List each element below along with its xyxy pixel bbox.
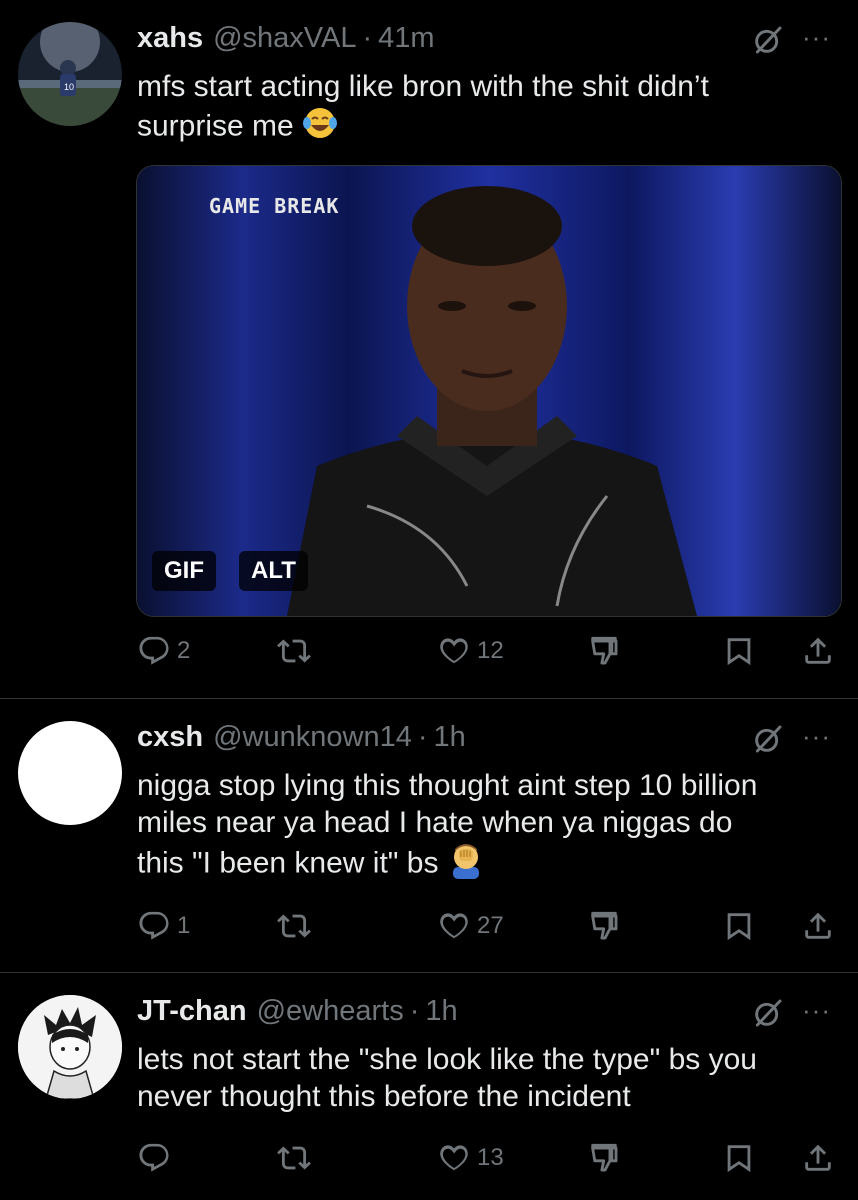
username[interactable]: @ewhearts	[257, 995, 404, 1028]
reply-button[interactable]: 2	[137, 634, 190, 668]
display-name[interactable]: cxsh	[137, 721, 203, 754]
like-count: 12	[477, 637, 504, 664]
share-icon	[801, 1141, 835, 1175]
grok-icon[interactable]	[752, 723, 784, 755]
reply-icon	[137, 1141, 171, 1175]
bookmark-button[interactable]	[722, 1141, 756, 1175]
dislike-button[interactable]	[587, 634, 621, 668]
man-facepalming-emoji	[447, 841, 485, 888]
timestamp[interactable]: 41m	[378, 22, 434, 55]
username[interactable]: @shaxVAL	[213, 22, 356, 55]
username[interactable]: @wunknown14	[213, 721, 412, 754]
heart-icon	[437, 1141, 471, 1175]
bookmark-button[interactable]	[722, 634, 756, 668]
bookmark-icon	[722, 634, 756, 668]
reply-icon	[137, 634, 171, 668]
face-with-tears-of-joy-emoji	[302, 105, 338, 150]
more-options-button[interactable]: ···	[802, 721, 831, 752]
dislike-icon	[587, 1141, 621, 1175]
retweet-icon	[277, 634, 311, 668]
dislike-button[interactable]	[587, 1141, 621, 1175]
retweet-icon	[277, 1141, 311, 1175]
dislike-icon	[587, 634, 621, 668]
tweet-3[interactable]: JT-chan @ewhearts · 1h ··· lets not star…	[0, 973, 858, 1200]
svg-text:10: 10	[64, 82, 74, 92]
like-button[interactable]: 27	[437, 909, 504, 943]
bookmark-icon	[722, 909, 756, 943]
gif-badge[interactable]: GIF	[152, 551, 216, 591]
like-button[interactable]: 12	[437, 634, 504, 668]
tweet-text: nigga stop lying this thought aint step …	[137, 767, 777, 888]
grok-icon[interactable]	[752, 24, 784, 56]
avatar[interactable]	[18, 721, 122, 825]
avatar[interactable]	[18, 995, 122, 1099]
like-count: 27	[477, 912, 504, 939]
reply-count: 2	[177, 637, 191, 664]
avatar[interactable]: 10	[18, 22, 122, 126]
tweet-1[interactable]: 10 xahs @shaxVAL · 41m ··· mfs start act…	[0, 0, 858, 698]
reply-icon	[137, 909, 171, 943]
like-button[interactable]: 13	[437, 1141, 504, 1175]
like-count: 13	[477, 1144, 504, 1171]
reply-count: 1	[177, 912, 191, 939]
share-button[interactable]	[801, 1141, 835, 1175]
retweet-button[interactable]	[277, 909, 317, 943]
display-name[interactable]: xahs	[137, 22, 203, 55]
retweet-icon	[277, 909, 311, 943]
grok-icon[interactable]	[752, 997, 784, 1029]
share-button[interactable]	[801, 909, 835, 943]
separator-dot: ·	[362, 22, 373, 54]
bookmark-icon	[722, 1141, 756, 1175]
share-icon	[801, 909, 835, 943]
separator-dot: ·	[409, 995, 420, 1027]
reply-button[interactable]: 1	[137, 909, 190, 943]
reply-button[interactable]	[137, 1141, 177, 1175]
heart-icon	[437, 634, 471, 668]
display-name[interactable]: JT-chan	[137, 995, 247, 1028]
tweet-2[interactable]: cxsh @wunknown14 · 1h ··· nigga stop lyi…	[0, 699, 858, 972]
share-button[interactable]	[801, 634, 835, 668]
media-caption: GAME BREAK	[209, 194, 340, 218]
more-options-button[interactable]: ···	[802, 995, 831, 1026]
retweet-button[interactable]	[277, 1141, 317, 1175]
dislike-icon	[587, 909, 621, 943]
heart-icon	[437, 909, 471, 943]
alt-badge[interactable]: ALT	[239, 551, 308, 591]
tweet-text-content: mfs start acting like bron with the shit…	[137, 70, 709, 143]
separator-dot: ·	[417, 721, 428, 753]
timestamp[interactable]: 1h	[434, 721, 466, 754]
tweet-text: mfs start acting like bron with the shit…	[137, 68, 817, 150]
dislike-button[interactable]	[587, 909, 621, 943]
timestamp[interactable]: 1h	[425, 995, 457, 1028]
gif-media[interactable]: GAME BREAK	[136, 165, 842, 617]
tweet-text: lets not start the "she look like the ty…	[137, 1043, 757, 1113]
retweet-button[interactable]	[277, 634, 317, 668]
more-options-button[interactable]: ···	[802, 22, 831, 53]
share-icon	[801, 634, 835, 668]
bookmark-button[interactable]	[722, 909, 756, 943]
